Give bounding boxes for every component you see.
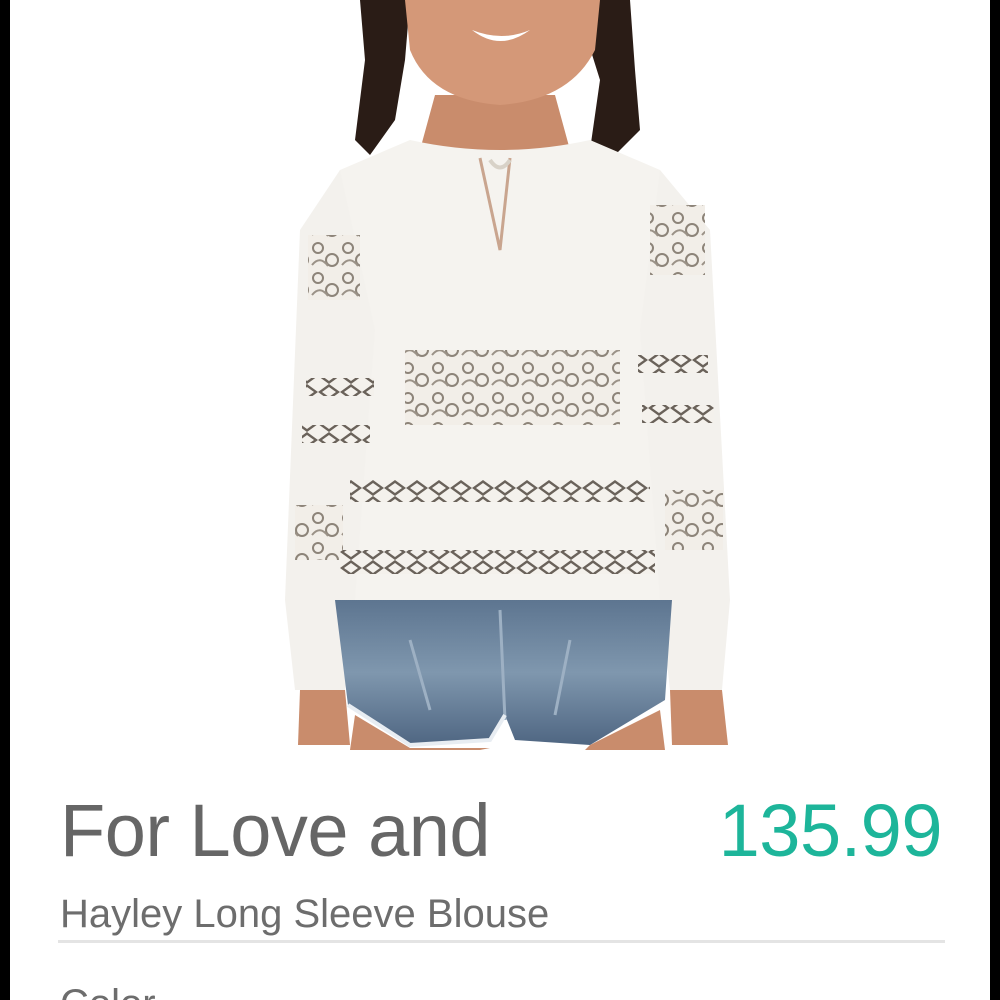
product-image[interactable] [10, 0, 990, 750]
product-detail-screen: For Love and 135.99 Hayley Long Sleeve B… [10, 0, 990, 1000]
divider [58, 940, 945, 943]
product-name: Hayley Long Sleeve Blouse [60, 892, 550, 936]
product-brand-title: For Love and [60, 789, 491, 872]
product-price: 135.99 [718, 789, 943, 872]
color-option-label: Color [60, 980, 156, 1000]
